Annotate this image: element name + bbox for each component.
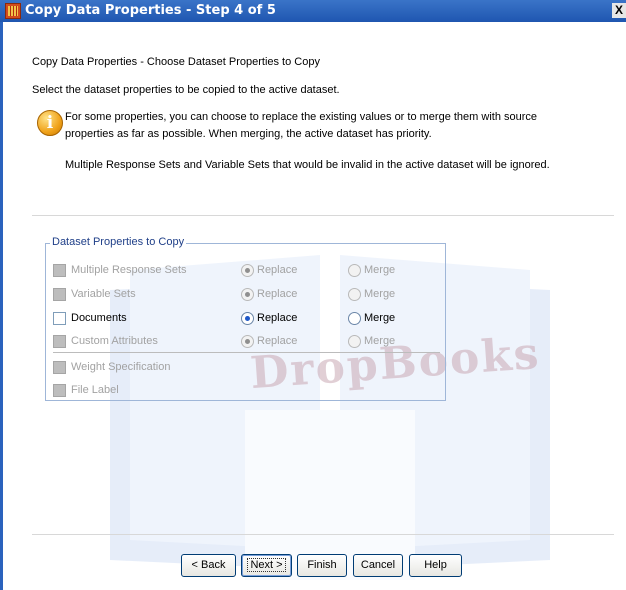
checkbox-variable-sets[interactable] [53, 288, 66, 301]
close-icon[interactable]: X [612, 3, 626, 18]
next-button-label: Next > [247, 558, 286, 572]
info-text-line1: For some properties, you can choose to r… [65, 111, 538, 123]
checkbox-weight-specification[interactable] [53, 361, 66, 374]
radio-merge-variable-sets[interactable] [348, 288, 361, 301]
label-file-label: File Label [71, 384, 119, 396]
label-merge: Merge [364, 264, 396, 276]
step-heading: Copy Data Properties - Choose Dataset Pr… [32, 56, 320, 68]
radio-replace-documents[interactable] [241, 312, 254, 325]
radio-merge-multiple-response-sets[interactable] [348, 264, 361, 277]
label-documents: Documents [71, 312, 127, 324]
radio-replace-custom-attributes[interactable] [241, 335, 254, 348]
label-merge: Merge [364, 288, 396, 300]
back-button[interactable]: < Back [181, 554, 236, 577]
checkbox-multiple-response-sets[interactable] [53, 264, 66, 277]
radio-replace-variable-sets[interactable] [241, 288, 254, 301]
label-replace: Replace [257, 335, 298, 347]
instruction-text: Select the dataset properties to be copi… [32, 84, 340, 96]
top-separator [32, 215, 614, 216]
label-merge: Merge [364, 335, 396, 347]
window-frame [0, 22, 3, 590]
label-custom-attributes: Custom Attributes [71, 335, 158, 347]
help-button[interactable]: Help [409, 554, 462, 577]
info-text-line2: properties as far as possible. When merg… [65, 128, 432, 140]
group-label: Dataset Properties to Copy [50, 236, 187, 248]
finish-button[interactable]: Finish [297, 554, 347, 577]
label-variable-sets: Variable Sets [71, 288, 136, 300]
label-merge: Merge [364, 312, 396, 324]
window-title: Copy Data Properties - Step 4 of 5 [25, 3, 276, 18]
spss-app-icon [5, 3, 21, 19]
next-button[interactable]: Next > [241, 554, 292, 577]
checkbox-documents[interactable] [53, 312, 66, 325]
checkbox-custom-attributes[interactable] [53, 335, 66, 348]
label-multiple-response-sets: Multiple Response Sets [71, 264, 187, 276]
label-replace: Replace [257, 264, 298, 276]
info-text-line3: Multiple Response Sets and Variable Sets… [65, 159, 550, 171]
bottom-separator [32, 534, 614, 535]
checkbox-file-label[interactable] [53, 384, 66, 397]
label-replace: Replace [257, 312, 298, 324]
radio-replace-multiple-response-sets[interactable] [241, 264, 254, 277]
radio-merge-custom-attributes[interactable] [348, 335, 361, 348]
label-replace: Replace [257, 288, 298, 300]
dialog-window: Copy Data Properties - Step 4 of 5 X Dro… [0, 0, 626, 590]
info-icon: i [37, 110, 63, 136]
group-separator [53, 352, 440, 353]
radio-merge-documents[interactable] [348, 312, 361, 325]
title-bar: Copy Data Properties - Step 4 of 5 X [0, 0, 626, 22]
label-weight-specification: Weight Specification [71, 361, 171, 373]
cancel-button[interactable]: Cancel [353, 554, 403, 577]
